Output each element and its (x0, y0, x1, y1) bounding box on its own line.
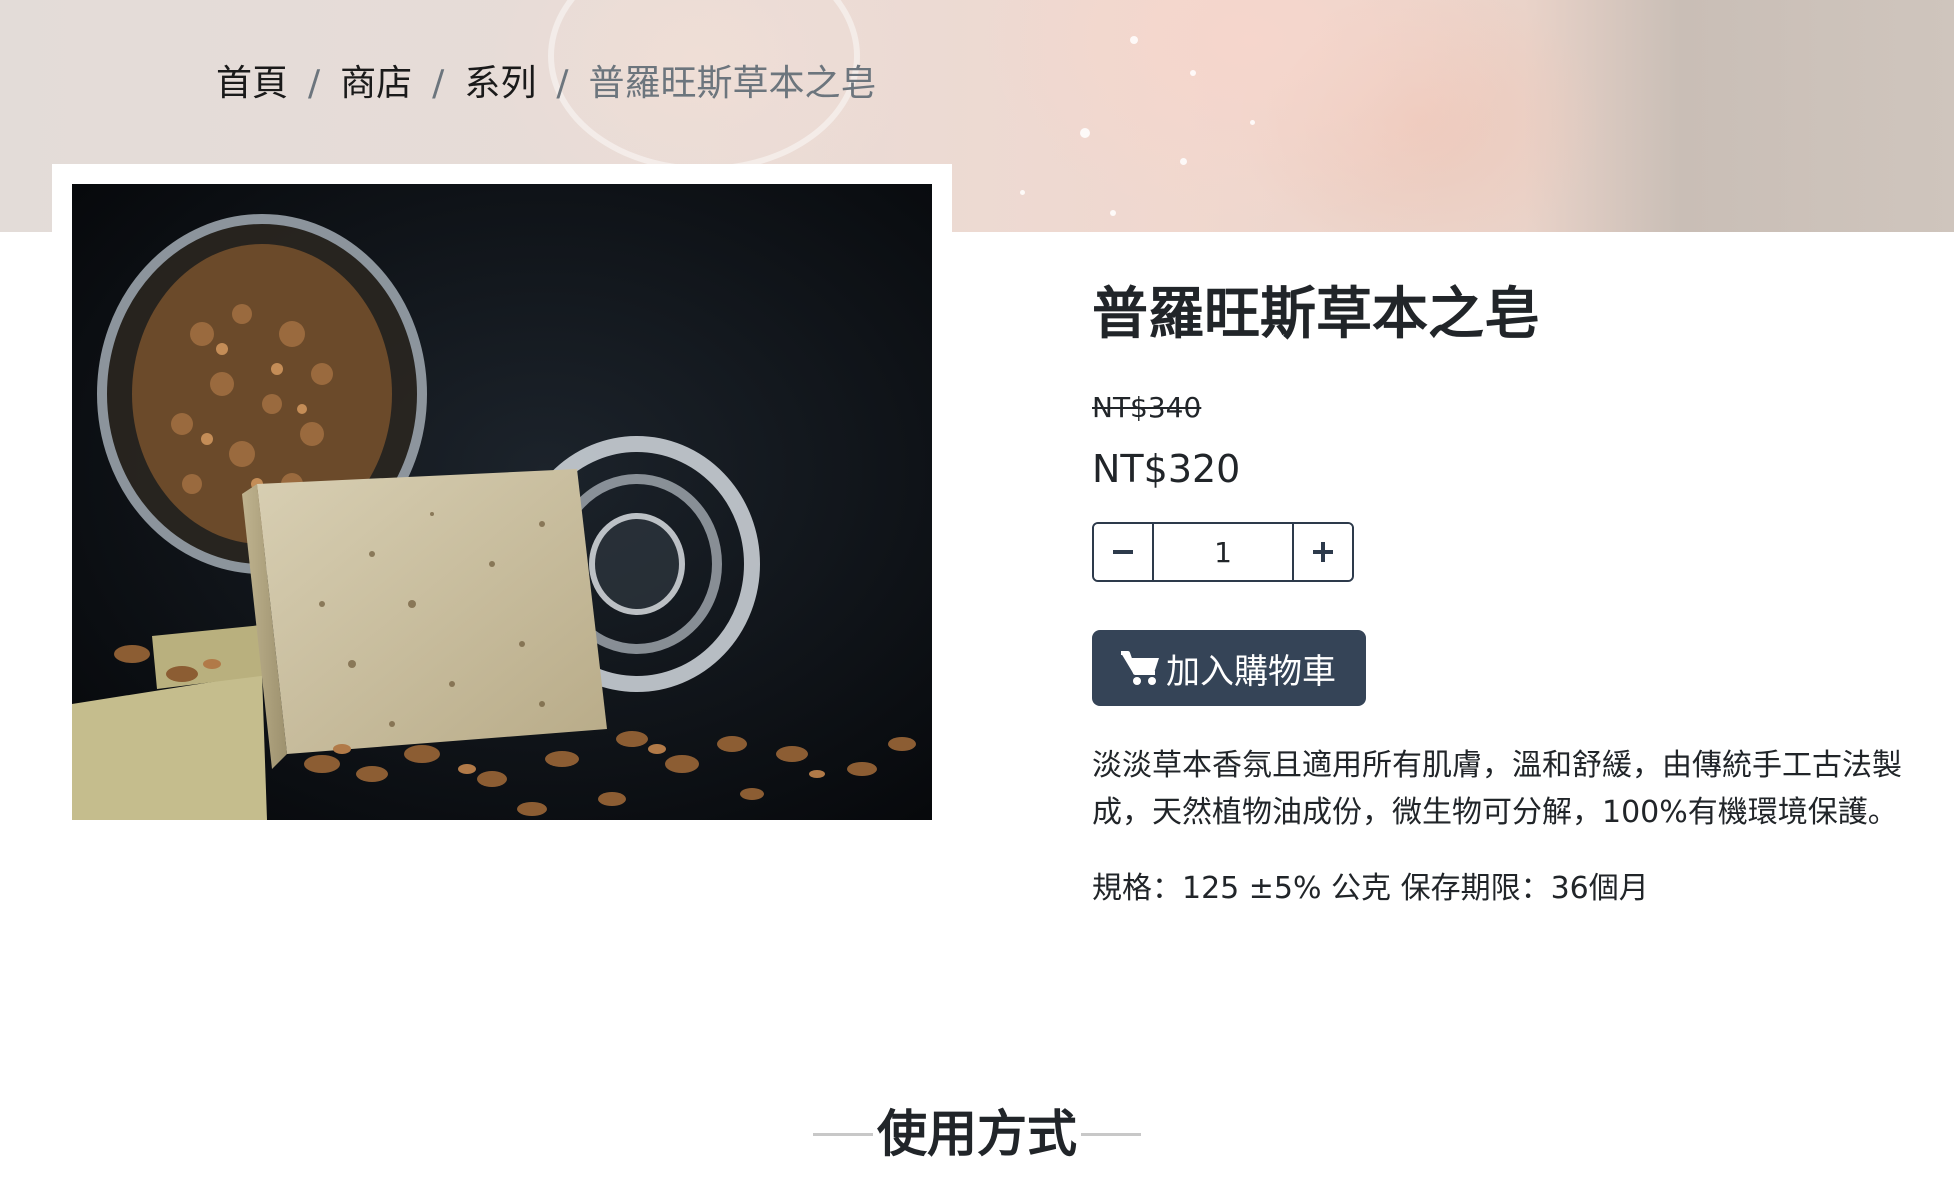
product-spec: 規格：125 ±5% 公克 保存期限：36個月 (1092, 871, 1649, 906)
breadcrumb: 首頁 / 商店 / 系列 / 普羅旺斯草本之皂 (216, 58, 876, 110)
heading-divider-right (1081, 1132, 1141, 1136)
breadcrumb-current: 普羅旺斯草本之皂 (588, 63, 877, 104)
quantity-stepper (1092, 522, 1354, 582)
product-title: 普羅旺斯草本之皂 (1092, 282, 1540, 347)
cart-icon (1121, 651, 1159, 685)
usage-section-title: 使用方式 (877, 1105, 1077, 1163)
breadcrumb-home[interactable]: 首頁 (216, 58, 288, 110)
breadcrumb-shop[interactable]: 商店 (340, 58, 412, 110)
product-photo (72, 184, 932, 820)
product-info: 普羅旺斯草本之皂 NT$340 NT$320 加入購物車 淡淡草本 (1092, 270, 1922, 912)
breadcrumb-series[interactable]: 系列 (464, 58, 536, 110)
usage-section-heading: 使用方式 (0, 1096, 1954, 1172)
product-image-card (52, 164, 952, 839)
plus-icon (1313, 542, 1333, 562)
minus-icon (1113, 550, 1133, 554)
breadcrumb-separator: / (432, 63, 445, 104)
breadcrumb-separator: / (308, 63, 321, 104)
original-price: NT$340 (1092, 391, 1202, 424)
sale-price: NT$320 (1092, 447, 1241, 491)
add-to-cart-label: 加入購物車 (1166, 651, 1336, 692)
decrease-quantity-button[interactable] (1094, 524, 1154, 580)
product-description: 淡淡草本香氛且適用所有肌膚，溫和舒緩，由傳統手工古法製成，天然植物油成份，微生物… (1092, 748, 1902, 830)
quantity-input[interactable] (1154, 524, 1292, 580)
breadcrumb-separator: / (556, 63, 569, 104)
increase-quantity-button[interactable] (1292, 524, 1352, 580)
heading-divider-left (813, 1132, 873, 1136)
add-to-cart-button[interactable]: 加入購物車 (1092, 630, 1366, 706)
